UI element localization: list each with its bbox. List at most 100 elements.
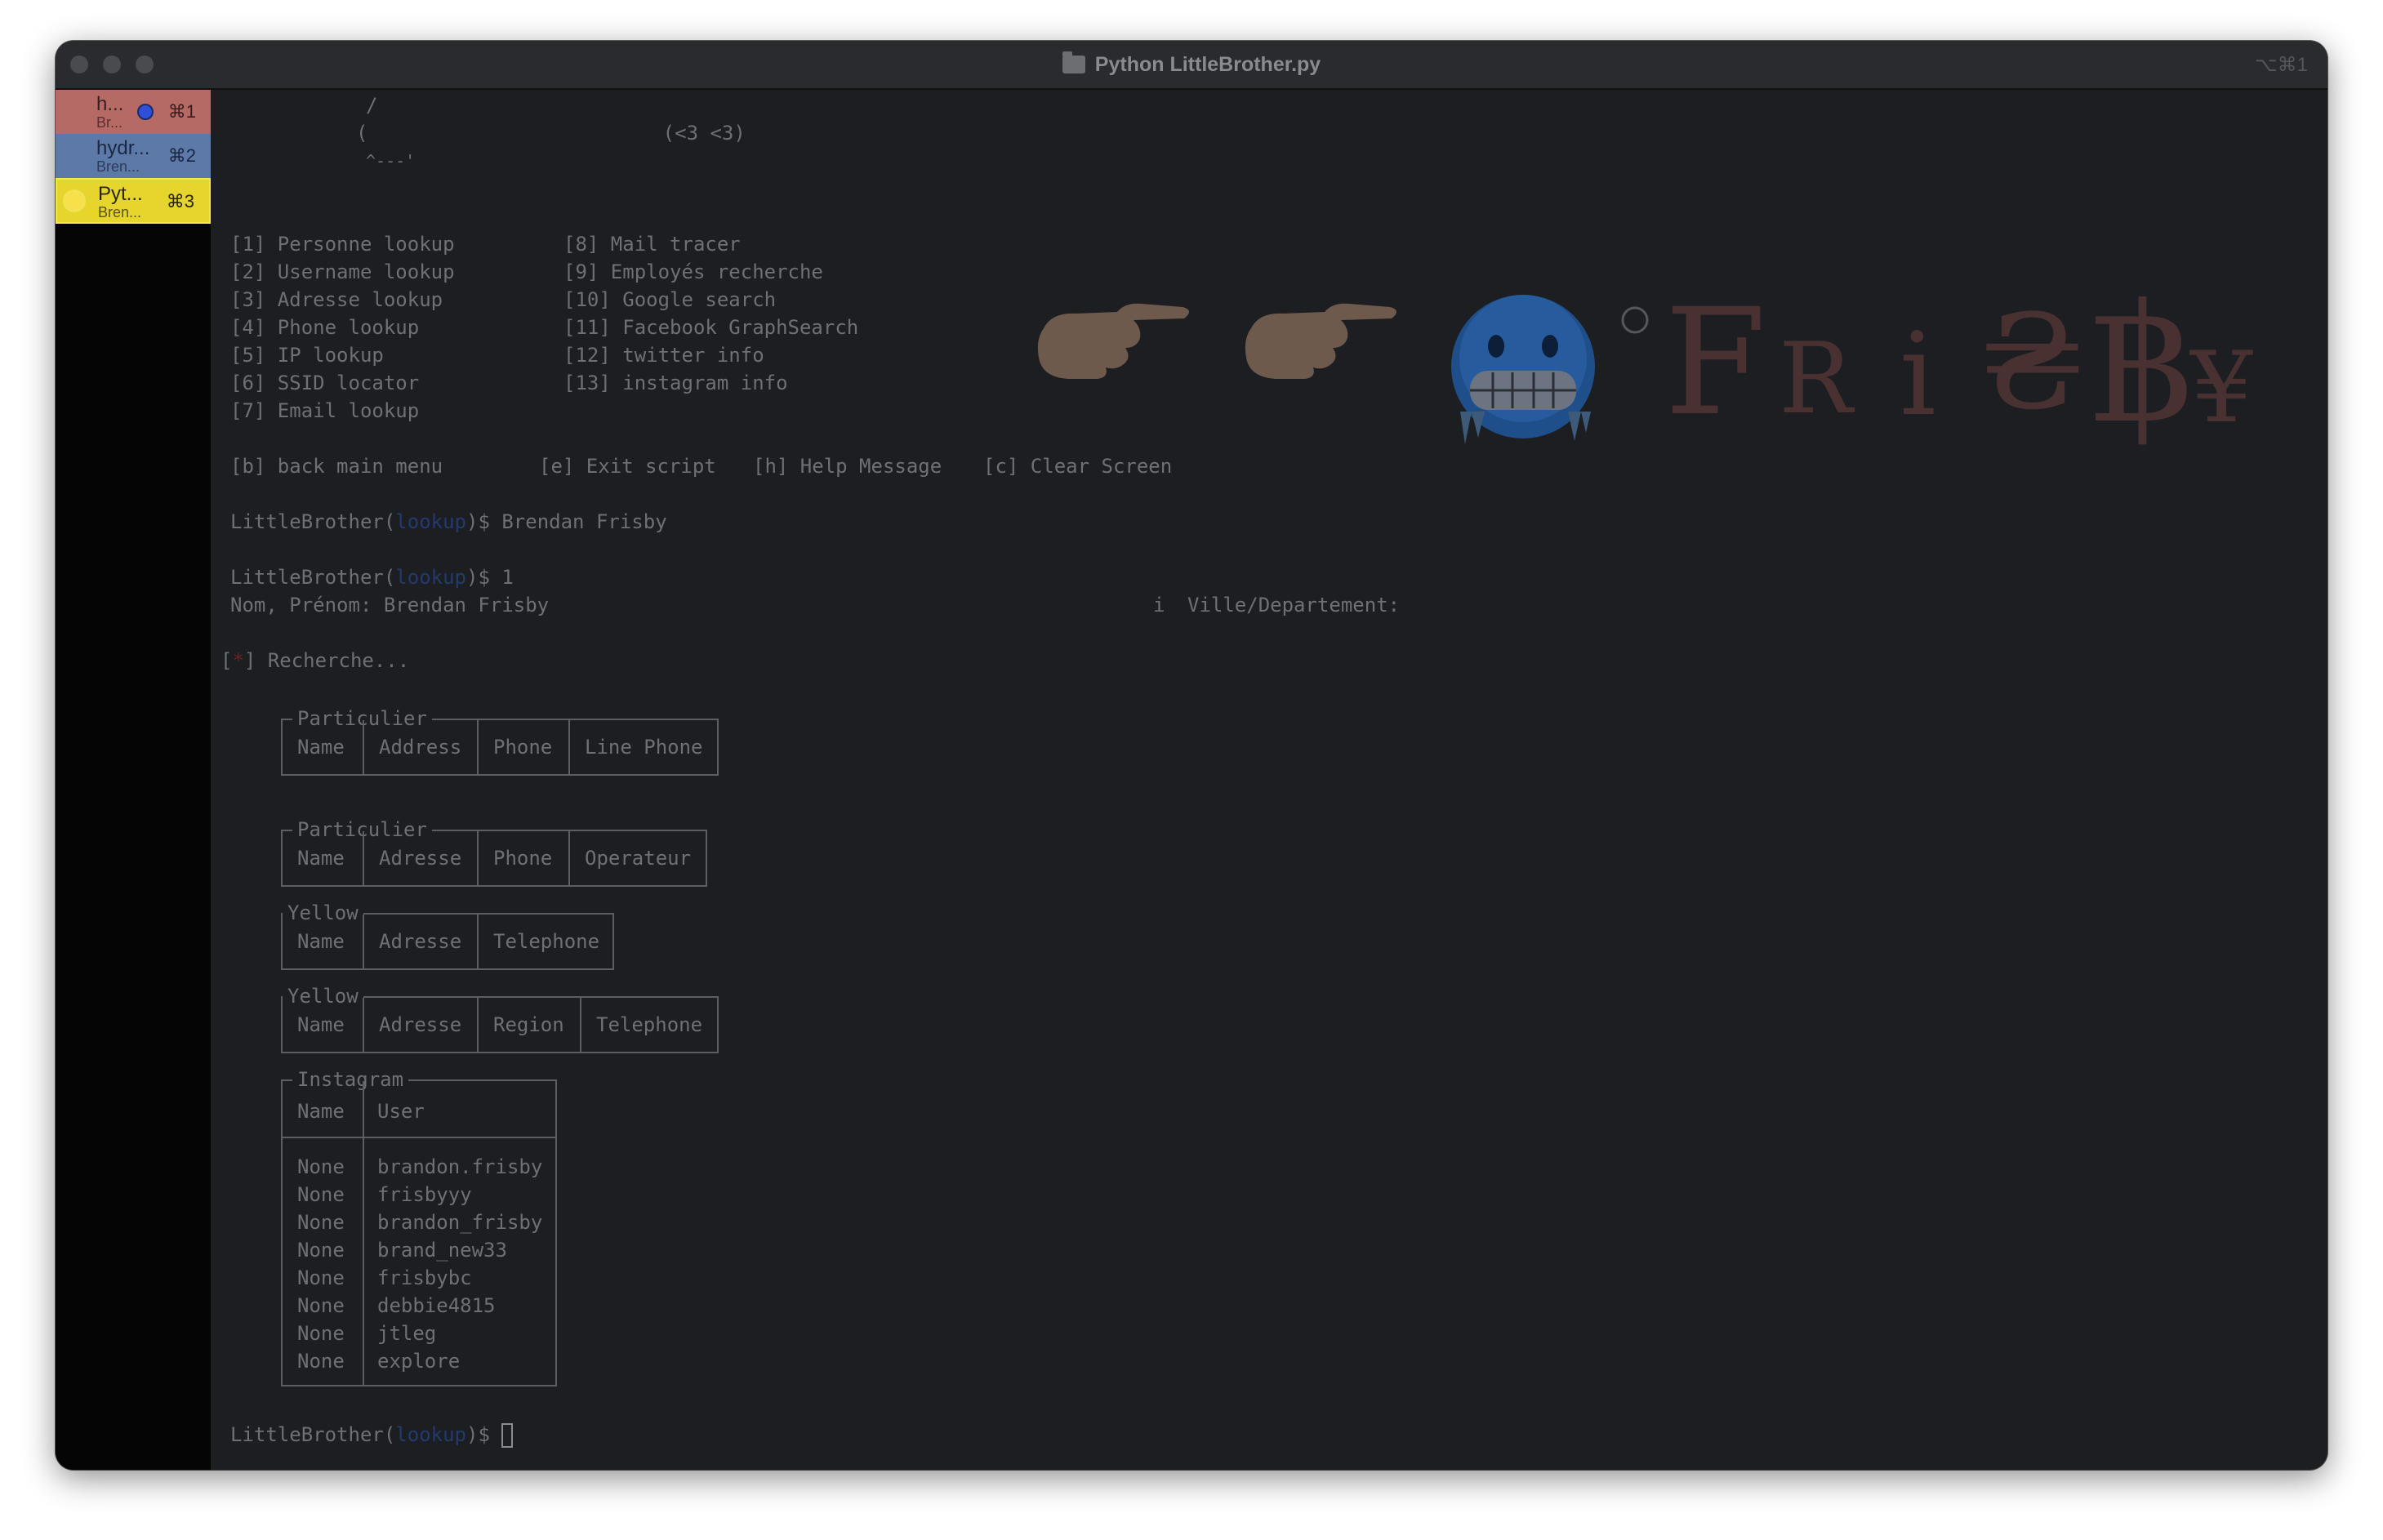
active-prompt-line[interactable]: LittleBrother(lookup)$ (230, 1421, 514, 1449)
banner-letter: F (1664, 278, 1766, 448)
terminal-output[interactable]: / ( (<3 <3) ^---' [1] Personne lookup [2… (211, 90, 2327, 1470)
table-header: Telephone (580, 998, 717, 1052)
ville-line: Ville/Departement: (1187, 594, 1401, 616)
table-header: Phone (477, 720, 568, 774)
table-header: Name (297, 736, 345, 759)
table-cell: None (297, 1239, 345, 1262)
prompt-command: 1 (489, 566, 514, 589)
table-cell: frisbybc (377, 1266, 472, 1289)
menu-option: [c] Clear Screen (983, 455, 1173, 478)
menu-item: [9] Employés recherche (563, 260, 823, 283)
header-divider (283, 1137, 555, 1138)
table-header: Adresse (363, 831, 477, 885)
table-cell: brandon_frisby (377, 1211, 543, 1234)
ascii-art-line: / (366, 94, 378, 117)
pointing-hand-icon (1245, 303, 1397, 379)
folder-icon (1062, 51, 1085, 73)
table-cell: explore (377, 1350, 461, 1373)
table-header: User (377, 1100, 425, 1123)
table-header: Operateur (568, 831, 706, 885)
session-tab-1[interactable]: h... Br... ⌘1 (56, 90, 211, 134)
session-tab-name: hydr... (96, 137, 150, 159)
table-header: Name (297, 1100, 345, 1123)
search-star: * (232, 649, 244, 672)
menu-item: [6] SSID locator (230, 372, 420, 394)
table-header: Line Phone (568, 720, 717, 774)
search-status: [*] Recherche... (220, 649, 410, 672)
table-header: Adresse (363, 998, 477, 1052)
prompt-line: LittleBrother(lookup)$ Brendan Frisby (230, 508, 667, 536)
degree-circle-icon (1621, 306, 1649, 334)
menu-item: [7] Email lookup (230, 399, 420, 422)
results-table: Yellow Name Adresse Region Telephone (281, 984, 719, 1053)
table-header: Name (297, 1013, 345, 1036)
menu-item: [11] Facebook GraphSearch (563, 316, 859, 339)
session-tab-3[interactable]: Pyt... Bren... ⌘3 (56, 178, 211, 224)
title-bar: Python LittleBrother.py ⌥⌘1 (56, 41, 2327, 90)
prompt-suffix: )$ (466, 1423, 490, 1446)
session-tab-shortcut: ⌘1 (167, 101, 196, 122)
activity-dot-icon (137, 104, 154, 120)
results-table: Yellow Name Adresse Telephone (281, 901, 614, 970)
table-header: Address (363, 720, 477, 774)
banner-letter: R (1779, 323, 1853, 436)
menu-item: [10] Google search (563, 288, 777, 311)
prompt-module: lookup (395, 510, 466, 533)
table-cell: None (297, 1350, 345, 1373)
menu-item: [5] IP lookup (230, 344, 384, 367)
session-tab-sub: Bren... (96, 158, 140, 175)
ascii-art-line: ( (<3 <3) (356, 122, 746, 145)
prompt-prefix: LittleBrother( (230, 510, 396, 533)
prompt-prefix: LittleBrother( (230, 566, 396, 589)
session-tab-name: Pyt... (98, 183, 143, 205)
prompt-suffix: )$ (466, 510, 490, 533)
session-tab-shortcut: ⌘2 (167, 145, 196, 166)
table-header: Phone (477, 831, 568, 885)
table-header: Telephone (477, 915, 612, 968)
prompt-suffix: )$ (466, 566, 490, 589)
menu-item: [3] Adresse lookup (230, 288, 443, 311)
menu-item: [8] Mail tracer (563, 233, 741, 256)
name-line: Nom, Prénom: Brendan Frisby (230, 594, 550, 616)
table-cell: frisbyyy (377, 1183, 472, 1206)
table-header: Adresse (363, 915, 477, 968)
menu-item: [1] Personne lookup (230, 233, 455, 256)
window-shortcut: ⌥⌘1 (2254, 54, 2308, 76)
ascii-art-line: ^---' (366, 151, 416, 171)
menu-item: [4] Phone lookup (230, 316, 420, 339)
banner-letter: ¥ (2190, 332, 2253, 445)
session-tab-shortcut: ⌘3 (166, 191, 194, 211)
terminal-window: Python LittleBrother.py ⌥⌘1 h... Br... ⌘… (56, 41, 2327, 1470)
table-cell: None (297, 1266, 345, 1289)
banner-letter: ฿ (2089, 269, 2194, 460)
menu-option: [b] back main menu (230, 455, 443, 478)
menu-option: [e] Exit script (539, 455, 716, 478)
table-label: Instagram (292, 1067, 409, 1092)
prompt-prefix: LittleBrother( (230, 1423, 396, 1446)
table-cell: None (297, 1322, 345, 1345)
menu-option: [h] Help Message (753, 455, 942, 478)
banner-letter: ₴ (1981, 286, 2083, 438)
cold-face-icon (1451, 295, 1595, 444)
results-table: Particulier Name Address Phone Line Phon… (281, 706, 719, 776)
search-text: Recherche... (267, 649, 410, 672)
table-cell: debbie4815 (377, 1294, 496, 1317)
session-tab-sub: Br... (96, 114, 123, 131)
window-title: Python LittleBrother.py (1094, 52, 1321, 76)
prompt-command: Brendan Frisby (489, 510, 667, 533)
table-cell: brandon.frisby (377, 1155, 543, 1178)
session-sidebar: h... Br... ⌘1 hydr... Bren... ⌘2 Pyt... … (56, 90, 211, 1470)
session-tab-name: h... (96, 93, 124, 115)
table-cell: brand_new33 (377, 1239, 507, 1262)
table-cell: None (297, 1183, 345, 1206)
instagram-table: Instagram Name User None brandon.frisby … (281, 1067, 557, 1386)
table-cell: jtleg (377, 1322, 437, 1345)
results-table: Particulier Name Adresse Phone Operateur (281, 817, 707, 887)
table-header: Name (297, 847, 345, 870)
active-session-dot-icon (65, 192, 83, 210)
column-divider (363, 1081, 364, 1385)
menu-item: [13] instagram info (563, 372, 788, 394)
session-tab-2[interactable]: hydr... Bren... ⌘2 (56, 134, 211, 178)
window-title-group: Python LittleBrother.py (56, 41, 2327, 88)
table-cell: None (297, 1155, 345, 1178)
